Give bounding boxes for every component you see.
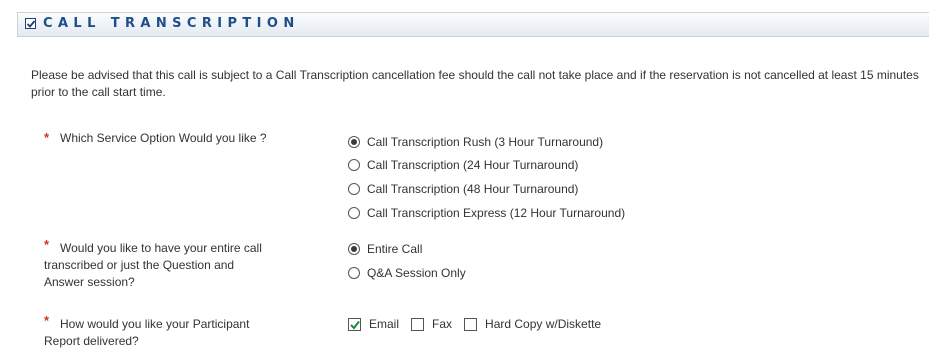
scope-option-qa-radio[interactable]	[348, 267, 360, 279]
scope-question-line-2: transcribed or just the Question and	[44, 258, 235, 272]
delivery-fax-label: Fax	[432, 317, 453, 331]
scope-question-line-1: Would you like to have your entire call	[60, 241, 262, 255]
cancellation-notice: Please be advised that this call is subj…	[31, 68, 919, 99]
delivery-option-fax[interactable]: Fax	[411, 317, 452, 331]
delivery-email-checkbox[interactable]	[348, 317, 361, 331]
section-checkbox[interactable]	[25, 18, 36, 29]
service-option-rush[interactable]: Call Transcription Rush (3 Hour Turnarou…	[348, 133, 603, 151]
service-option-rush-radio[interactable]	[348, 136, 360, 148]
section-title: CALL TRANSCRIPTION	[43, 16, 300, 31]
service-option-rush-label: Call Transcription Rush (3 Hour Turnarou…	[367, 135, 604, 149]
scope-question-line-3: Answer session?	[44, 275, 135, 289]
delivery-question-line-1: How would you like your Participant	[60, 317, 250, 331]
delivery-email-label: Email	[369, 317, 400, 331]
scope-question-label: Would you like to have your entire call	[60, 240, 330, 257]
service-option-express[interactable]: Call Transcription Express (12 Hour Turn…	[348, 204, 625, 222]
delivery-options: Email Fax Hard Copy w/Diskette	[348, 315, 613, 333]
service-option-24h-label: Call Transcription (24 Hour Turnaround)	[367, 158, 579, 172]
service-option-48h-label: Call Transcription (48 Hour Turnaround)	[367, 182, 579, 196]
checkmark-icon	[26, 20, 36, 28]
scope-option-qa-label: Q&A Session Only	[367, 266, 466, 280]
delivery-hardcopy-label: Hard Copy w/Diskette	[485, 317, 602, 331]
delivery-fax-checkbox[interactable]	[411, 317, 425, 331]
delivery-option-hardcopy[interactable]: Hard Copy w/Diskette	[464, 317, 601, 331]
scope-option-entire[interactable]: Entire Call	[348, 240, 422, 258]
required-marker: *	[44, 313, 50, 328]
service-option-express-radio[interactable]	[348, 207, 360, 219]
scope-option-entire-radio[interactable]	[348, 243, 360, 255]
service-option-24h-radio[interactable]	[348, 159, 360, 171]
delivery-hardcopy-checkbox[interactable]	[464, 317, 478, 331]
scope-question-label-cont: transcribed or just the Question and Ans…	[44, 257, 324, 291]
service-option-express-label: Call Transcription Express (12 Hour Turn…	[367, 206, 626, 220]
required-marker: *	[44, 130, 50, 145]
service-question-label: Which Service Option Would you like ?	[60, 131, 267, 145]
delivery-question-label: How would you like your Participant	[60, 316, 330, 333]
delivery-question-label-cont: Report delivered?	[44, 333, 324, 350]
section-header: CALL TRANSCRIPTION	[17, 12, 929, 37]
scope-option-entire-label: Entire Call	[367, 242, 423, 256]
checkmark-icon	[350, 320, 360, 330]
service-option-48h-radio[interactable]	[348, 183, 360, 195]
delivery-question-line-2: Report delivered?	[44, 334, 139, 348]
service-option-24h[interactable]: Call Transcription (24 Hour Turnaround)	[348, 156, 578, 174]
delivery-option-email[interactable]: Email	[348, 317, 399, 331]
required-marker: *	[44, 237, 50, 252]
scope-option-qa[interactable]: Q&A Session Only	[348, 264, 466, 282]
service-option-48h[interactable]: Call Transcription (48 Hour Turnaround)	[348, 180, 578, 198]
